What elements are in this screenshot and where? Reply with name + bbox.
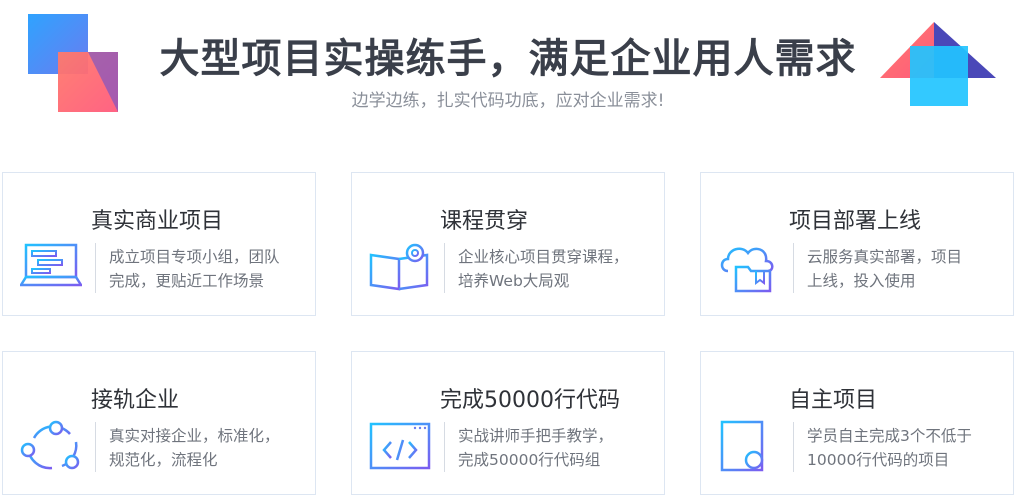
card-description: 学员自主完成3个不低于 10000行代码的项目 [807, 427, 972, 469]
laptop-code-icon [20, 243, 82, 287]
page-subtitle: 边学边练，扎实代码功底，应对企业需求! [351, 91, 665, 111]
page-title: 大型项目实操练手，满足企业用人需求 [159, 36, 857, 82]
card-description: 云服务真实部署，项目 上线，投入使用 [807, 248, 963, 290]
network-nodes-icon [20, 420, 80, 470]
card-divider [444, 243, 445, 293]
card-title: 自主项目 [789, 388, 878, 413]
card-description: 成立项目专项小组，团队 完成，更贴近工作场景 [109, 248, 280, 290]
feature-card-own-projects: 自主项目 学员自主完成3个不低于 10000行代码的项目 [700, 351, 1014, 495]
card-divider [95, 243, 96, 293]
card-title: 真实商业项目 [91, 209, 224, 234]
card-divider [793, 422, 794, 472]
card-description: 真实对接企业，标准化， 规范化，流程化 [109, 427, 280, 469]
document-certificate-icon [720, 420, 778, 472]
feature-card-real-business: 真实商业项目 成立项目专项小组，团队 完成，更贴近工作场景 [2, 172, 316, 316]
book-gear-icon [369, 243, 429, 291]
feature-card-50000-lines: 完成50000行代码 实战讲师手把手教学， 完成50000行代码组 [351, 351, 665, 495]
card-divider [793, 243, 794, 293]
feature-card-enterprise: 接轨企业 真实对接企业，标准化， 规范化，流程化 [2, 351, 316, 495]
feature-card-deploy-online: 项目部署上线 云服务真实部署，项目 上线，投入使用 [700, 172, 1014, 316]
card-title: 课程贯穿 [440, 209, 529, 234]
card-description: 实战讲师手把手教学， 完成50000行代码组 [458, 427, 614, 469]
code-window-icon [369, 422, 431, 470]
card-divider [95, 422, 96, 472]
cloud-folder-icon [720, 247, 774, 293]
feature-card-course-through: 课程贯穿 企业核心项目贯穿课程， 培养Web大局观 [351, 172, 665, 316]
card-divider [444, 422, 445, 472]
card-title: 项目部署上线 [789, 209, 922, 234]
card-title: 完成50000行代码 [440, 388, 620, 413]
card-title: 接轨企业 [91, 388, 180, 413]
card-description: 企业核心项目贯穿课程， 培养Web大局观 [458, 248, 629, 290]
